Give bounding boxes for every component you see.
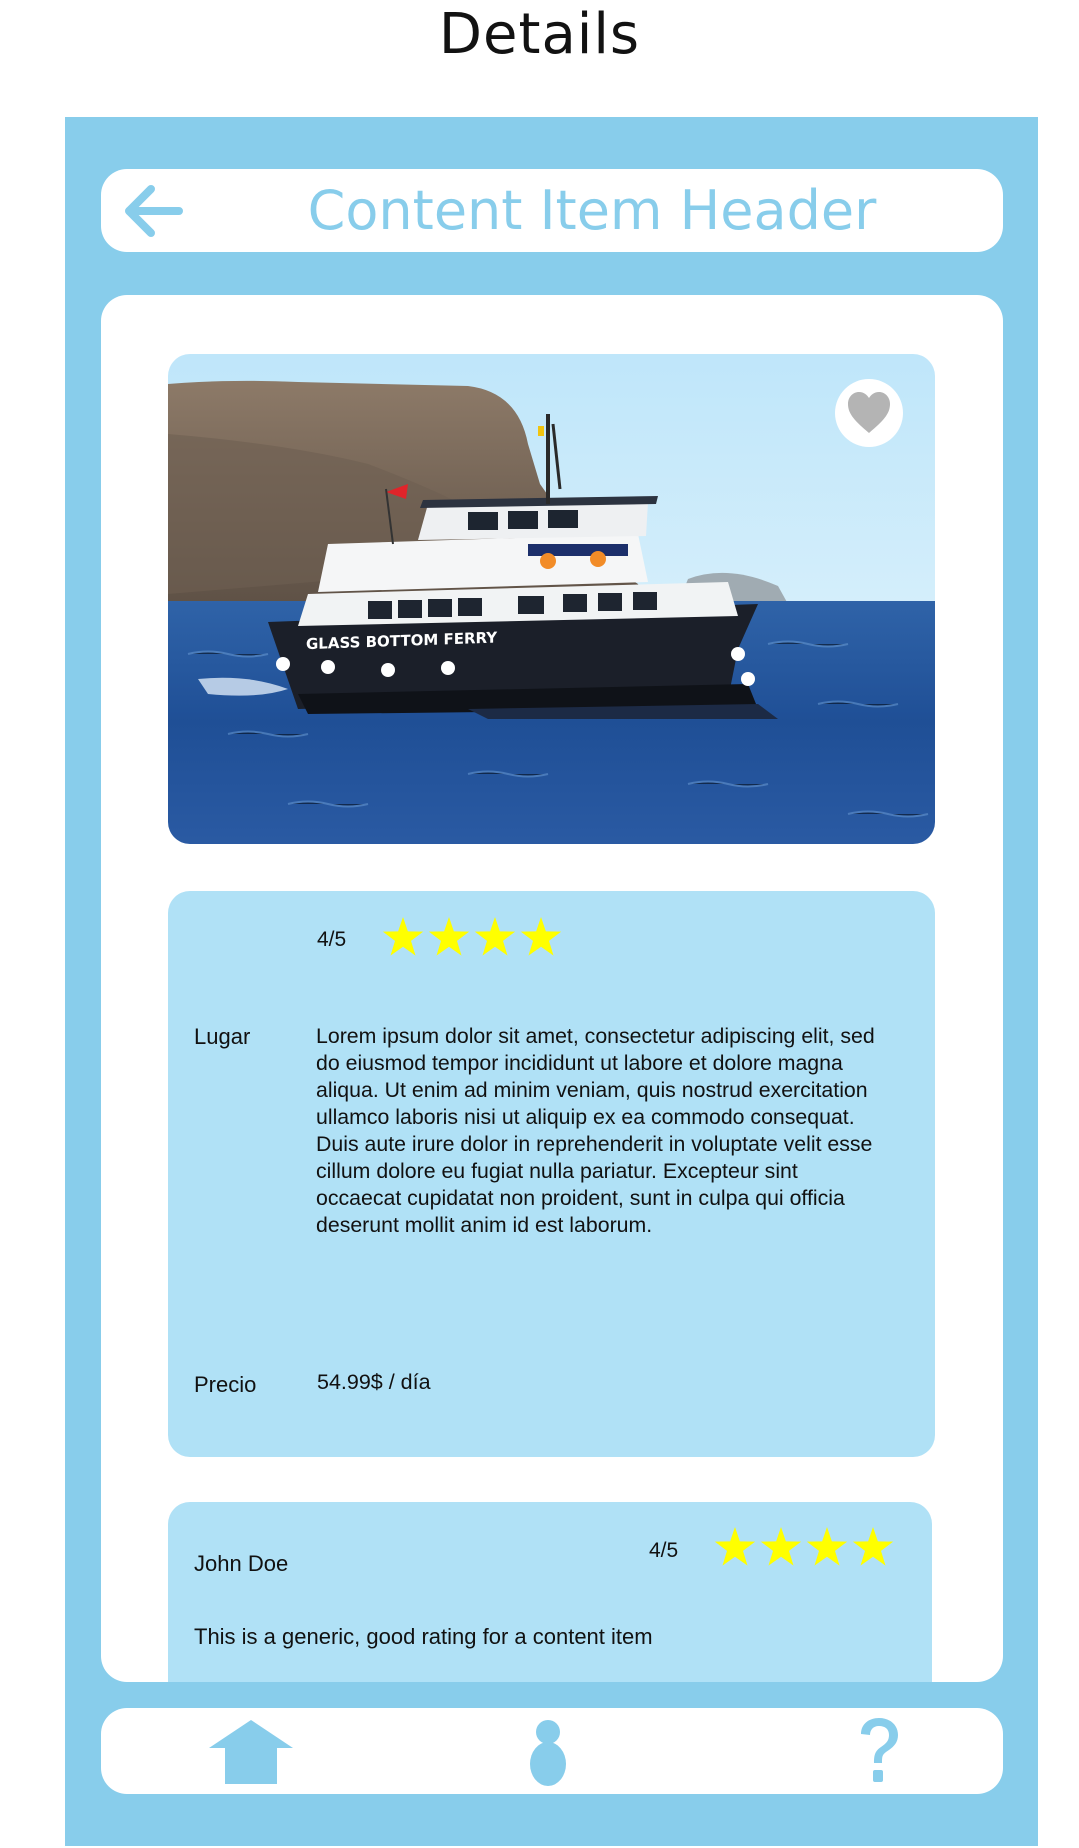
item-photo: GLASS BOTTOM FERRY	[168, 354, 935, 844]
star-icon	[806, 1527, 848, 1566]
app-frame: Content Item Header GLASS BOTTOM FERRY 4…	[65, 117, 1038, 1846]
content-item-header: Content Item Header	[307, 179, 877, 242]
item-description: Lorem ipsum dolor sit amet, consectetur …	[316, 1024, 875, 1237]
bottom-nav	[101, 1708, 1003, 1794]
star-icon	[852, 1527, 894, 1566]
details-screen: Details Content Item Header GLASS BOTTOM…	[0, 0, 1079, 1848]
place-label: Lugar	[194, 1024, 251, 1049]
item-rating-stars	[382, 917, 562, 957]
item-price: 54.99$ / día	[317, 1370, 431, 1394]
star-icon	[714, 1527, 756, 1566]
header-bar: Content Item Header	[101, 169, 1003, 252]
item-rating-text: 4/5	[317, 928, 347, 951]
review-card: John Doe 4/5 This is a generic, good rat…	[168, 1502, 932, 1682]
review-rating-text: 4/5	[649, 1539, 679, 1562]
heart-icon	[848, 392, 890, 433]
content-card[interactable]: GLASS BOTTOM FERRY 4/5 Lugar Lorem ipsum…	[101, 295, 1003, 1682]
home-icon[interactable]	[207, 1718, 295, 1786]
star-icon	[382, 917, 424, 956]
page-title: Details	[438, 2, 641, 67]
review-rating-stars	[714, 1527, 894, 1567]
profile-icon[interactable]	[528, 1718, 568, 1786]
price-label: Precio	[194, 1372, 257, 1397]
star-icon	[428, 917, 470, 956]
star-icon	[760, 1527, 802, 1566]
reviewer-name: John Doe	[194, 1551, 289, 1576]
favorite-button[interactable]	[835, 379, 903, 447]
back-arrow-icon[interactable]	[121, 179, 185, 243]
item-info-panel: 4/5 Lugar Lorem ipsum dolor sit amet, co…	[168, 891, 935, 1457]
star-icon	[520, 917, 562, 956]
review-text: This is a generic, good rating for a con…	[194, 1624, 653, 1649]
help-icon[interactable]	[855, 1716, 903, 1786]
star-icon	[474, 917, 516, 956]
